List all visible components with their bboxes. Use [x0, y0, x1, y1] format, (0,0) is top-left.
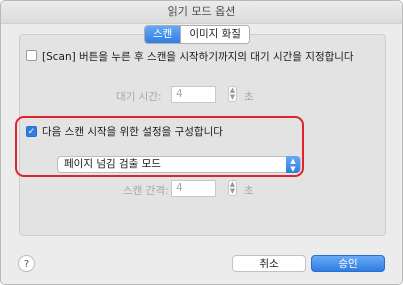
tab-bar: 스캔 이미지 화질: [144, 25, 250, 44]
tab-image-quality[interactable]: 이미지 화질: [180, 26, 249, 43]
scan-interval-unit: 초: [244, 185, 254, 197]
options-dialog: 읽기 모드 옵션 스캔 이미지 화질 [Scan] 버튼을 누른 후 스캔을 시…: [0, 0, 403, 285]
window-title: 읽기 모드 옵션: [1, 1, 402, 24]
wait-time-label: 대기 시간:: [116, 91, 162, 103]
scan-interval-input[interactable]: 4: [171, 180, 216, 197]
wait-time-checkbox-label: [Scan] 버튼을 누른 후 스캔을 시작하기까지의 대기 시간을 지정합니다: [42, 51, 354, 63]
cancel-button[interactable]: 취소: [232, 255, 306, 272]
scan-interval-stepper[interactable]: ▲ ▼: [228, 180, 237, 196]
ok-button[interactable]: 승인: [311, 255, 385, 272]
help-button[interactable]: ?: [18, 255, 35, 272]
scan-interval-label: 스캔 간격:: [123, 185, 169, 197]
wait-time-stepper[interactable]: ▲ ▼: [228, 86, 237, 102]
wait-time-unit: 초: [244, 91, 254, 103]
highlight-box: [15, 116, 304, 177]
wait-time-input[interactable]: 4: [171, 86, 216, 103]
wait-time-checkbox[interactable]: [26, 50, 37, 61]
tab-scan[interactable]: 스캔: [145, 26, 181, 43]
